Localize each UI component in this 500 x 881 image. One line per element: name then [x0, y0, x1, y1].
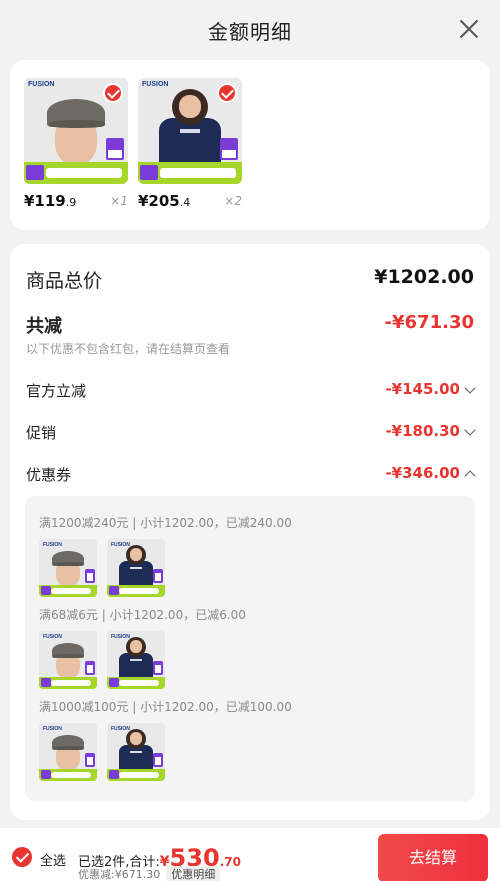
promo-value: -¥180.30	[385, 422, 460, 440]
promo-strip	[24, 162, 128, 184]
product-image: FUSION	[138, 78, 242, 184]
discount-detail-link[interactable]: 优惠明细	[166, 866, 221, 881]
coupon-title: 满1200减240元 | 小计1202.00，已减240.00	[39, 516, 292, 530]
coupon-thumbs: FUSION FUSION	[39, 723, 459, 783]
price-tag-icon	[220, 138, 238, 160]
brand-logo: FUSION	[111, 726, 130, 732]
brand-logo: FUSION	[43, 634, 62, 640]
product-quantity: ×1	[110, 194, 128, 208]
coupon-title: 满1000减100元 | 小计1202.00，已减100.00	[39, 700, 292, 714]
promo-discount-row[interactable]: 促销 -¥180.30	[26, 422, 476, 444]
coupon-value: -¥346.00	[385, 464, 460, 482]
checkout-bar: 全选 已选2件,合计:¥530.70 优惠减:¥671.30 优惠明细 去结算	[0, 828, 500, 881]
reduce-value: -¥671.30	[384, 312, 474, 333]
brand-logo: FUSION	[111, 634, 130, 640]
coupon-label: 优惠券	[26, 466, 72, 484]
official-label: 官方立减	[26, 382, 87, 400]
brand-logo: FUSION	[142, 81, 169, 88]
coupon-title: 满68减6元 | 小计1202.00，已减6.00	[39, 608, 246, 622]
discount-line: 优惠减:¥671.30 优惠明细	[78, 866, 221, 881]
reduce-label: 共减	[26, 316, 62, 337]
total-value: ¥1202.00	[374, 266, 474, 288]
price-tag-icon	[106, 138, 124, 160]
product-quantity: ×2	[224, 194, 242, 208]
product-image: FUSION	[24, 78, 128, 184]
tshirt-thumbnail: FUSION	[107, 631, 165, 689]
official-discount-row[interactable]: 官方立减 -¥145.00	[26, 380, 476, 402]
header: 金额明细	[0, 0, 500, 58]
promo-label: 促销	[26, 424, 57, 442]
amount-detail-card: 商品总价 ¥1202.00 共减 -¥671.30 以下优惠不包含红包，请在结算…	[10, 244, 490, 820]
total-row: 商品总价 ¥1202.00	[26, 266, 474, 292]
official-value: -¥145.00	[385, 380, 460, 398]
total-amount-decimal: .70	[219, 855, 241, 869]
hat-thumbnail: FUSION	[39, 723, 97, 781]
select-all-label[interactable]: 全选	[40, 850, 66, 869]
product-item[interactable]: FUSION ¥205.4 ×2	[138, 78, 242, 210]
coupon-detail-box: 满1200减240元 | 小计1202.00，已减240.00 FUSION F…	[25, 496, 475, 801]
selected-check-icon[interactable]	[217, 83, 237, 103]
selected-check-icon[interactable]	[103, 83, 123, 103]
checkout-button[interactable]: 去结算	[378, 834, 488, 881]
total-label: 商品总价	[26, 270, 103, 292]
products-card: FUSION ¥119.9 ×1 FUSION ¥205.4 ×2	[10, 60, 490, 230]
brand-logo: FUSION	[43, 542, 62, 548]
hat-thumbnail: FUSION	[39, 631, 97, 689]
hat-thumbnail: FUSION	[39, 539, 97, 597]
coupon-group: 满68减6元 | 小计1202.00，已减6.00 FUSION FUSION	[39, 606, 459, 691]
coupon-group: 满1200减240元 | 小计1202.00，已减240.00 FUSION F…	[39, 514, 459, 599]
brand-logo: FUSION	[43, 726, 62, 732]
discount-text: 优惠减:¥671.30	[78, 868, 161, 881]
product-item[interactable]: FUSION ¥119.9 ×1	[24, 78, 128, 210]
page-title: 金额明细	[208, 20, 292, 44]
reduce-row: 共减 -¥671.30	[26, 312, 474, 338]
select-all-checkbox[interactable]	[12, 847, 32, 867]
coupon-thumbs: FUSION FUSION	[39, 539, 459, 599]
tshirt-thumbnail: FUSION	[107, 539, 165, 597]
promo-strip	[138, 162, 242, 184]
coupon-group: 满1000减100元 | 小计1202.00，已减100.00 FUSION F…	[39, 698, 459, 783]
close-icon[interactable]	[458, 18, 480, 40]
coupon-discount-row[interactable]: 优惠券 -¥346.00	[26, 464, 476, 486]
tshirt-thumbnail: FUSION	[107, 723, 165, 781]
reduce-note: 以下优惠不包含红包，请在结算页查看	[26, 342, 231, 356]
coupon-thumbs: FUSION FUSION	[39, 631, 459, 691]
brand-logo: FUSION	[28, 81, 55, 88]
brand-logo: FUSION	[111, 542, 130, 548]
